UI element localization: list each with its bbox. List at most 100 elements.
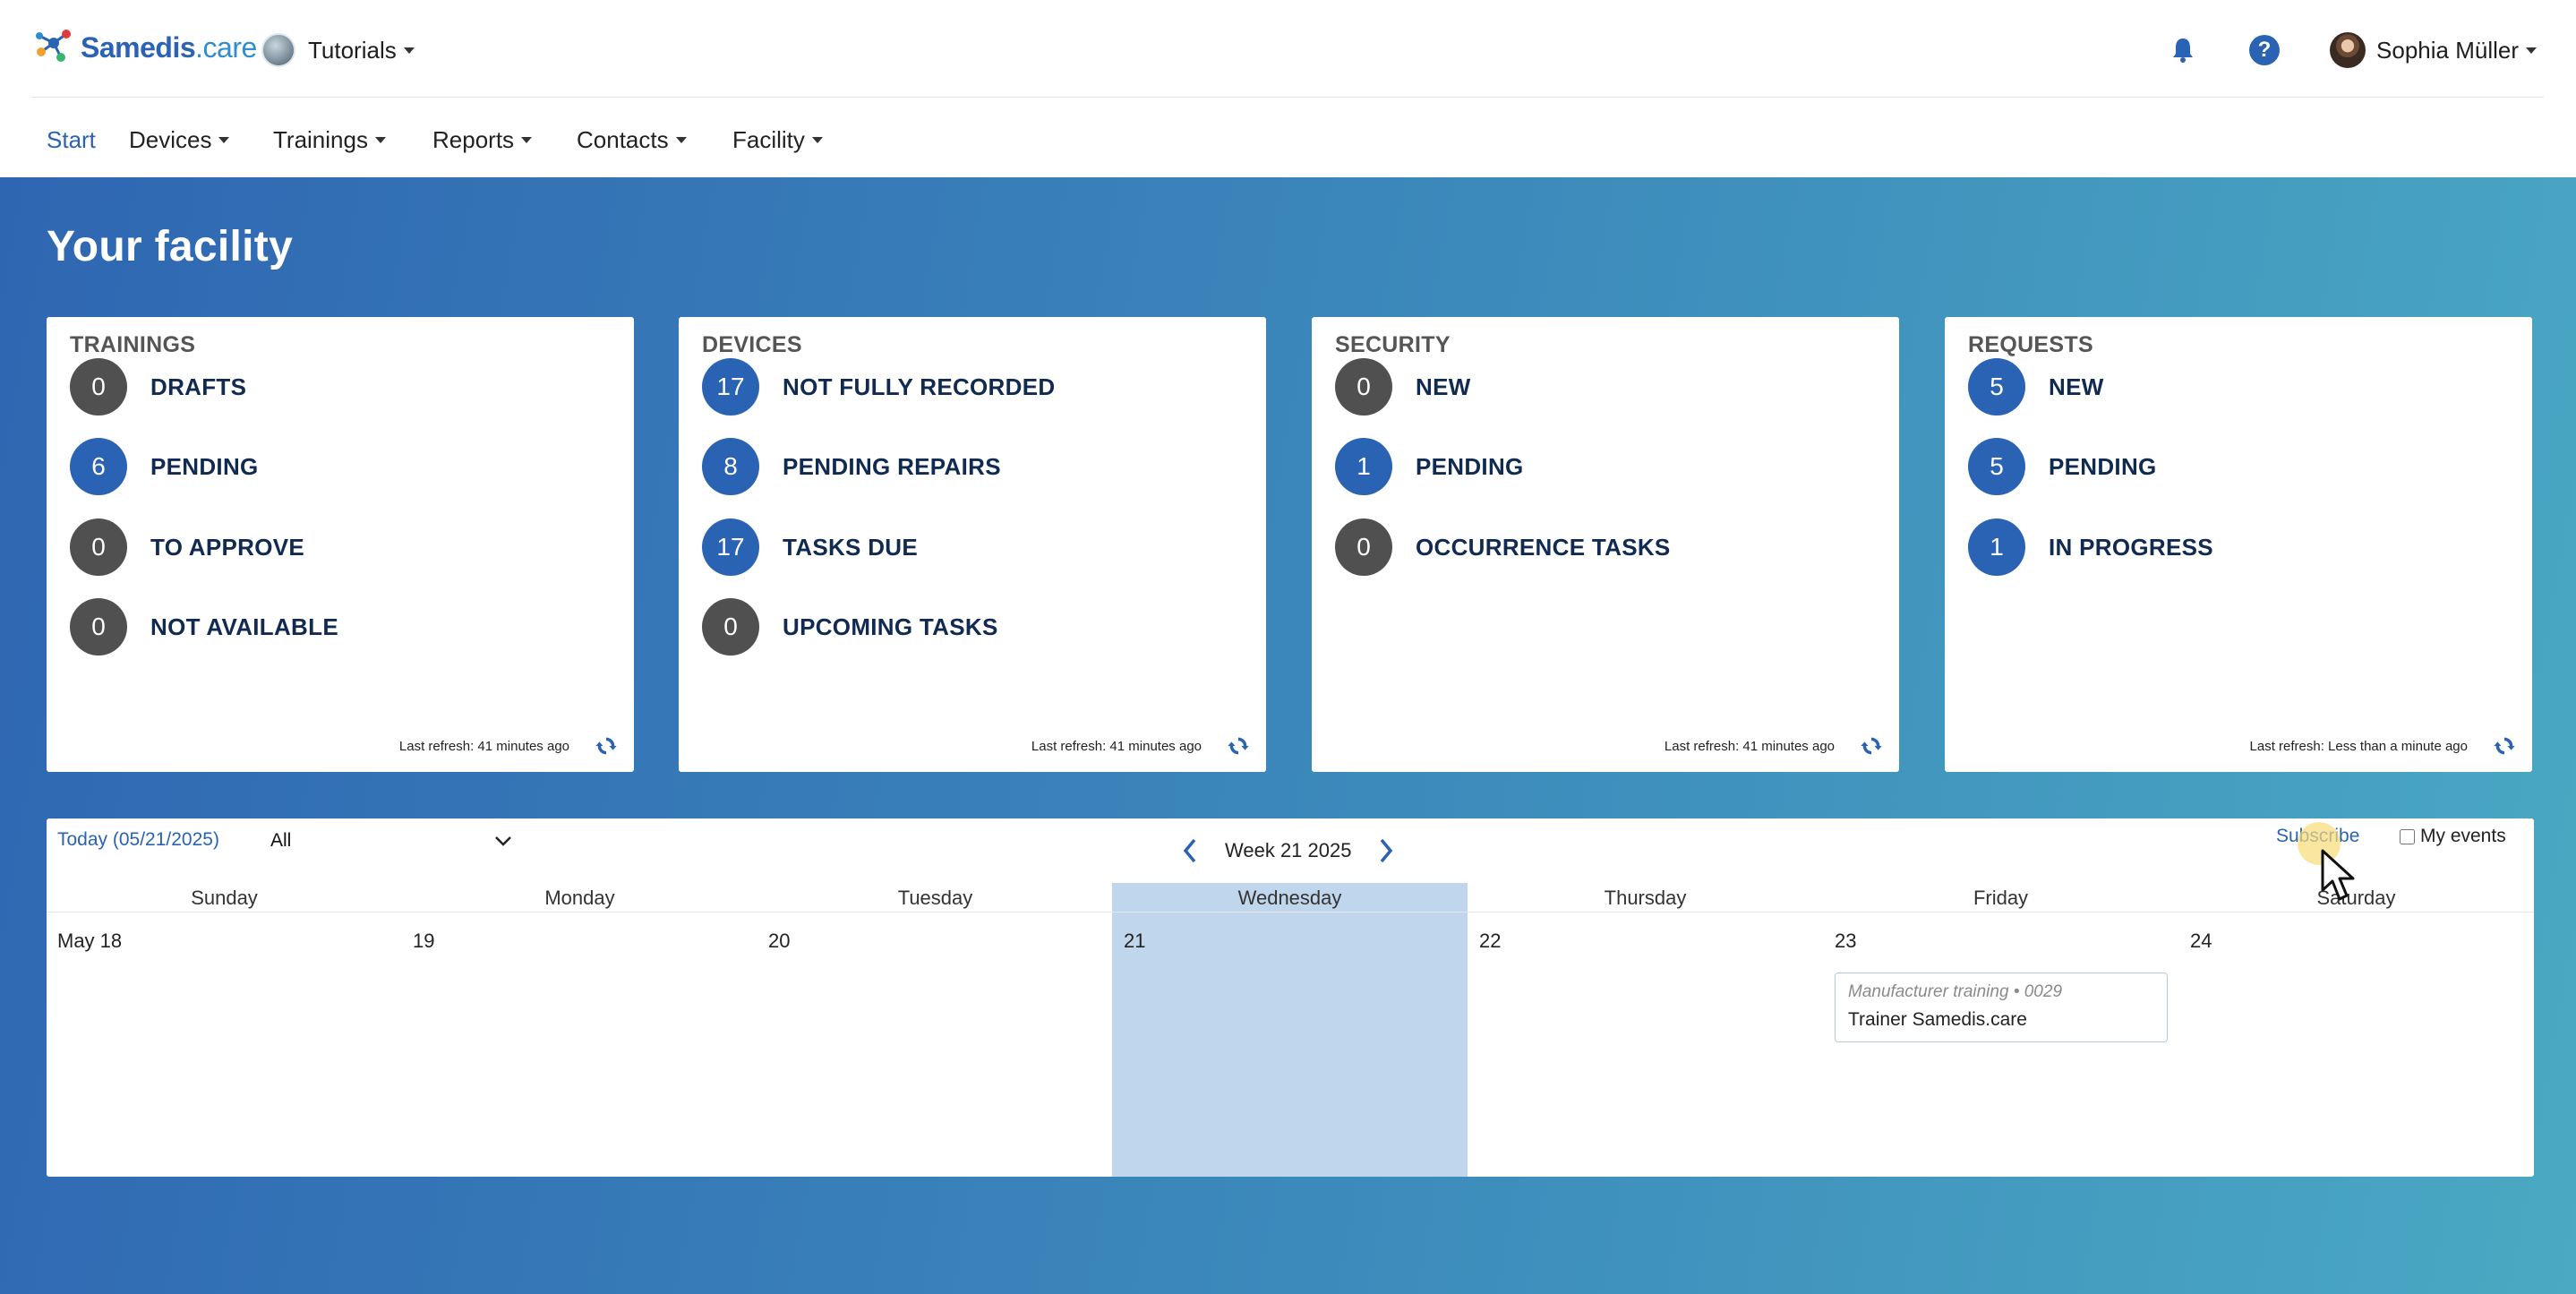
refresh-bar: Last refresh: 41 minutes ago	[1665, 733, 1885, 759]
header-divider	[32, 97, 2544, 98]
chevron-right-icon	[1381, 838, 1393, 863]
card-title: SECURITY	[1335, 332, 1451, 357]
mouse-cursor-icon	[2321, 849, 2355, 901]
count-badge: 8	[702, 438, 759, 495]
day-number[interactable]: 24	[2190, 930, 2212, 953]
day-number[interactable]: 22	[1479, 930, 1501, 953]
caret-down-icon	[374, 136, 386, 143]
last-refresh-text: Last refresh: 41 minutes ago	[1031, 738, 1202, 754]
day-number[interactable]: 20	[768, 930, 790, 953]
stat-row[interactable]: 8 PENDING REPAIRS	[702, 438, 1001, 495]
nav-facility-label: Facility	[732, 125, 805, 153]
day-number[interactable]: 23	[1835, 930, 1856, 953]
refresh-icon	[1861, 737, 1882, 755]
week-navigation: Week 21 2025	[1175, 833, 1401, 869]
stat-row[interactable]: 5 PENDING	[1968, 438, 2157, 495]
nav-devices-label: Devices	[129, 125, 212, 153]
stat-row[interactable]: 17 TASKS DUE	[702, 518, 918, 576]
refresh-button[interactable]	[1858, 733, 1885, 759]
stat-row[interactable]: 17 NOT FULLY RECORDED	[702, 358, 1055, 416]
day-number[interactable]: May 18	[57, 930, 122, 953]
week-calendar: Today (05/21/2025) All Week 21 2025 Subs…	[47, 818, 2534, 1177]
caret-down-icon	[403, 47, 415, 54]
nav-start[interactable]: Start	[47, 122, 96, 158]
user-menu[interactable]: Sophia Müller	[2330, 32, 2537, 68]
caret-down-icon	[218, 136, 230, 143]
caret-down-icon	[2526, 47, 2537, 54]
calendar-filter-select[interactable]: All	[265, 826, 512, 856]
count-badge: 0	[1335, 358, 1392, 416]
stat-label: NEW	[1416, 373, 1471, 400]
count-badge: 6	[70, 438, 127, 495]
stat-row[interactable]: 0 TO APPROVE	[70, 518, 304, 576]
my-events-toggle[interactable]: My events	[2400, 826, 2506, 847]
day-header-tuesday: Tuesday	[897, 887, 973, 909]
count-badge: 0	[70, 518, 127, 576]
stat-row[interactable]: 1 IN PROGRESS	[1968, 518, 2213, 576]
question-icon: ?	[2257, 38, 2272, 62]
day-header-thursday: Thursday	[1604, 887, 1687, 909]
stat-row[interactable]: 1 PENDING	[1335, 438, 1524, 495]
stat-row[interactable]: 0 NOT AVAILABLE	[70, 598, 338, 656]
refresh-button[interactable]	[1225, 733, 1252, 759]
caret-down-icon	[675, 136, 687, 143]
stat-row[interactable]: 0 DRAFTS	[70, 358, 246, 416]
stat-label: OCCURRENCE TASKS	[1416, 533, 1671, 561]
stat-label: DRAFTS	[150, 373, 247, 400]
prev-week-button[interactable]	[1175, 833, 1205, 869]
nav-trainings-label: Trainings	[273, 125, 368, 153]
molecule-logo-icon	[36, 30, 71, 62]
last-refresh-text: Last refresh: 41 minutes ago	[1664, 738, 1835, 754]
card-devices: DEVICES 17 NOT FULLY RECORDED 8 PENDING …	[679, 317, 1266, 772]
day-number[interactable]: 21	[1124, 930, 1145, 953]
calendar-event[interactable]: Manufacturer training • 0029 Trainer Sam…	[1835, 973, 2168, 1042]
bell-icon	[2173, 39, 2194, 63]
stat-row[interactable]: 0 UPCOMING TASKS	[702, 598, 998, 656]
nav-facility[interactable]: Facility	[732, 122, 823, 158]
tenant-selector[interactable]: Tutorials	[261, 32, 415, 68]
count-badge: 5	[1968, 358, 2025, 416]
day-number[interactable]: 19	[413, 930, 434, 953]
nav-reports[interactable]: Reports	[432, 122, 533, 158]
day-header-wednesday: Wednesday	[1237, 887, 1342, 909]
refresh-bar: Last refresh: 41 minutes ago	[399, 733, 620, 759]
stat-label: TO APPROVE	[150, 533, 305, 561]
stat-label: NOT FULLY RECORDED	[783, 373, 1056, 400]
card-security: SECURITY 0 NEW 1 PENDING 0 OCCURRENCE TA…	[1312, 317, 1899, 772]
main-content: Your facility TRAININGS 0 DRAFTS 6 PENDI…	[0, 177, 2576, 1294]
next-week-button[interactable]	[1371, 833, 1401, 869]
count-badge: 0	[70, 598, 127, 656]
logo-text-part1: Samedis	[81, 30, 196, 64]
stat-row[interactable]: 6 PENDING	[70, 438, 259, 495]
stat-label: NEW	[2049, 373, 2104, 400]
card-title: REQUESTS	[1968, 332, 2093, 357]
card-trainings: TRAININGS 0 DRAFTS 6 PENDING 0 TO APPROV…	[47, 317, 634, 772]
stat-label: PENDING	[2049, 452, 2157, 480]
my-events-checkbox[interactable]	[2400, 828, 2415, 844]
stat-label: PENDING	[1416, 452, 1524, 480]
count-badge: 17	[702, 518, 759, 576]
refresh-button[interactable]	[2491, 733, 2518, 759]
notifications-button[interactable]	[2160, 27, 2206, 73]
nav-start-label: Start	[47, 125, 96, 153]
user-avatar	[2330, 32, 2366, 68]
stat-row[interactable]: 0 NEW	[1335, 358, 1471, 416]
nav-contacts[interactable]: Contacts	[577, 122, 687, 158]
card-title: DEVICES	[702, 332, 802, 357]
stat-row[interactable]: 0 OCCURRENCE TASKS	[1335, 518, 1671, 576]
logo-text-part2: .care	[195, 30, 257, 64]
count-badge: 5	[1968, 438, 2025, 495]
samedis-logo[interactable]: Samedis.care	[32, 25, 257, 70]
nav-trainings[interactable]: Trainings	[273, 122, 386, 158]
stat-row[interactable]: 5 NEW	[1968, 358, 2104, 416]
stat-label: IN PROGRESS	[2049, 533, 2213, 561]
last-refresh-text: Last refresh: Less than a minute ago	[2249, 738, 2468, 754]
nav-devices[interactable]: Devices	[129, 122, 230, 158]
stat-label: PENDING REPAIRS	[783, 452, 1001, 480]
refresh-button[interactable]	[593, 733, 620, 759]
stat-label: UPCOMING TASKS	[783, 613, 998, 640]
help-button[interactable]: ?	[2249, 35, 2281, 65]
today-button[interactable]: Today (05/21/2025)	[57, 829, 219, 851]
today-column-highlight	[1112, 883, 1468, 1177]
day-header-friday: Friday	[1973, 887, 2029, 909]
